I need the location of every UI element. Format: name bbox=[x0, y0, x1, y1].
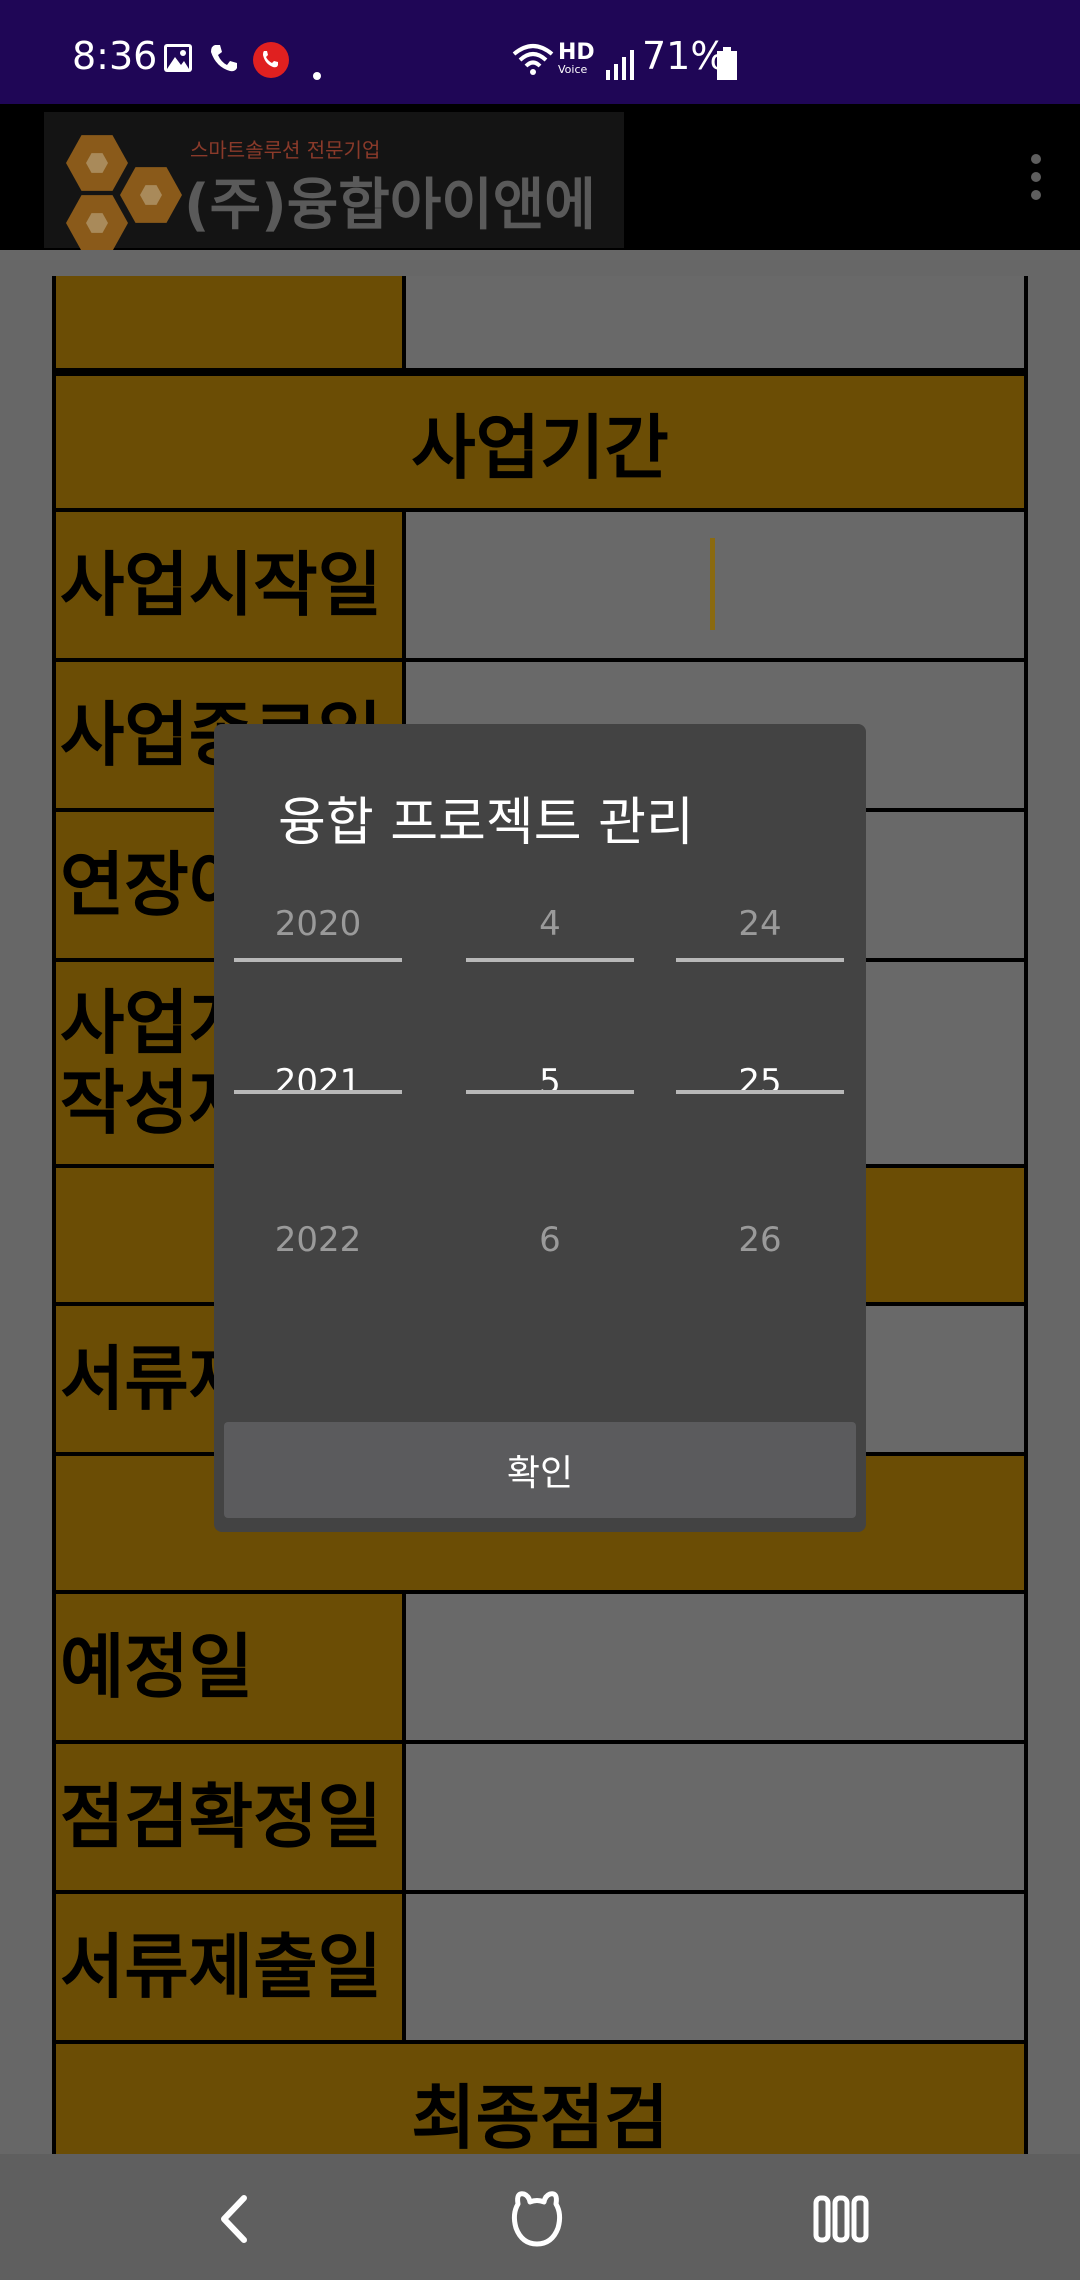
logo-hex-icon bbox=[66, 195, 128, 251]
status-time: 8:36 bbox=[72, 34, 158, 78]
document-date-field[interactable] bbox=[406, 1894, 1024, 2040]
month-picker[interactable]: 4 5 6 bbox=[466, 874, 634, 1334]
phone-icon bbox=[211, 45, 237, 72]
status-bar: 8:36 HD Voice 71% bbox=[0, 0, 1080, 104]
day-picker[interactable]: 24 25 26 bbox=[676, 874, 844, 1334]
picker-divider bbox=[234, 958, 402, 962]
scheduled-date-field[interactable] bbox=[406, 1594, 1024, 1740]
table-row: 예정일 bbox=[52, 1594, 1028, 1744]
year-picker[interactable]: 2020 2021 2022 bbox=[234, 874, 402, 1334]
app-bar: 스마트솔루션 전문기업 (주)융합아이앤에스 bbox=[0, 104, 1080, 319]
start-date-field[interactable] bbox=[406, 512, 1024, 658]
month-prev[interactable]: 4 bbox=[466, 904, 634, 944]
dot-icon bbox=[313, 72, 321, 80]
picker-divider bbox=[676, 958, 844, 962]
table-row bbox=[52, 276, 1028, 372]
home-icon[interactable] bbox=[502, 2184, 572, 2254]
call-recording-icon bbox=[253, 42, 289, 78]
gallery-icon bbox=[164, 44, 192, 72]
company-logo: 스마트솔루션 전문기업 (주)융합아이앤에스 bbox=[44, 112, 624, 319]
picker-divider bbox=[676, 1090, 844, 1094]
hd-voice-icon: HD Voice bbox=[558, 40, 595, 76]
date-picker-dialog: 융합 프로젝트 관리 2020 2021 2022 4 5 6 24 25 26… bbox=[214, 724, 866, 1532]
back-icon[interactable] bbox=[200, 2184, 270, 2254]
form-label: 점검확정일 bbox=[56, 1744, 406, 1890]
form-label bbox=[56, 276, 406, 368]
year-prev[interactable]: 2020 bbox=[234, 904, 402, 944]
recents-icon[interactable] bbox=[806, 2184, 876, 2254]
section-header-final-check: 최종점검 bbox=[52, 2044, 1028, 2154]
wifi-icon bbox=[512, 44, 554, 75]
navigation-bar bbox=[0, 2154, 1080, 2280]
logo-subtitle: 스마트솔루션 전문기업 bbox=[190, 138, 381, 162]
day-selected[interactable]: 25 bbox=[676, 1062, 844, 1102]
dialog-title: 융합 프로젝트 관리 bbox=[278, 793, 694, 853]
logo-hex-icon bbox=[120, 167, 182, 223]
table-row: 서류제출일 bbox=[52, 1894, 1028, 2044]
form-label: 사업시작일 bbox=[56, 512, 406, 658]
text-cursor bbox=[710, 538, 715, 630]
year-selected[interactable]: 2021 bbox=[234, 1062, 402, 1102]
table-row: 점검확정일 bbox=[52, 1744, 1028, 1894]
year-next[interactable]: 2022 bbox=[234, 1220, 402, 1260]
more-vert-icon[interactable] bbox=[1024, 154, 1048, 204]
confirm-button[interactable]: 확인 bbox=[224, 1422, 856, 1518]
inspection-date-field[interactable] bbox=[406, 1744, 1024, 1890]
form-label: 서류제출일 bbox=[56, 1894, 406, 2040]
form-label: 예정일 bbox=[56, 1594, 406, 1740]
picker-divider bbox=[234, 1090, 402, 1094]
battery-icon bbox=[717, 47, 737, 80]
form-value[interactable] bbox=[406, 276, 1024, 368]
month-next[interactable]: 6 bbox=[466, 1220, 634, 1260]
logo-hex-icon bbox=[66, 135, 128, 191]
day-prev[interactable]: 24 bbox=[676, 904, 844, 944]
table-row: 사업시작일 bbox=[52, 512, 1028, 662]
picker-divider bbox=[466, 1090, 634, 1094]
picker-divider bbox=[466, 958, 634, 962]
battery-percent: 71% bbox=[642, 34, 727, 78]
month-selected[interactable]: 5 bbox=[466, 1062, 634, 1102]
day-next[interactable]: 26 bbox=[676, 1220, 844, 1260]
signal-icon bbox=[606, 50, 634, 80]
section-header-business-period: 사업기간 bbox=[52, 372, 1028, 512]
